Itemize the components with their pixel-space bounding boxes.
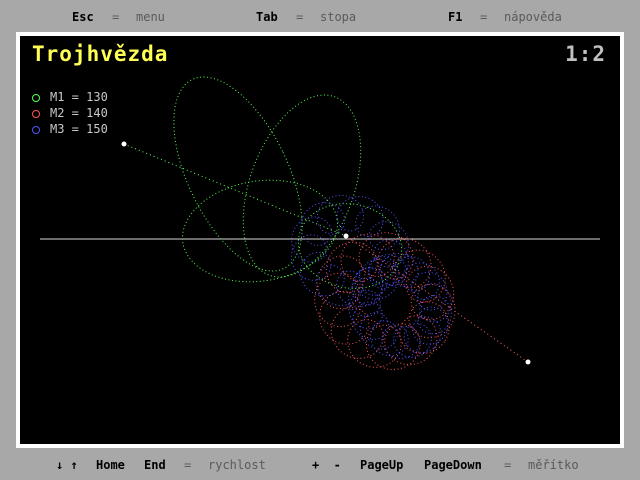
star-m1	[121, 141, 127, 147]
star1-link-line	[123, 143, 347, 237]
orbit-trails	[173, 76, 456, 370]
simulation-screen: Trojhvězda 1:2 M1 = 130 M2 = 140 M3 = 15…	[20, 36, 620, 444]
tab-equals: =	[296, 10, 304, 24]
top-menu-bar: Esc = menu Tab = stopa F1 = nápověda	[0, 0, 640, 32]
green-orbit-3	[182, 179, 338, 283]
scale-indicator: 1:2	[565, 42, 606, 66]
pagedown-key-label[interactable]: PageDown	[424, 458, 482, 472]
tab-action-trail[interactable]: stopa	[320, 10, 356, 24]
home-key-label[interactable]: Home	[96, 458, 125, 472]
green-orbit-2	[242, 94, 362, 278]
green-orbit-1	[173, 76, 303, 272]
speed-action[interactable]: rychlost	[208, 458, 266, 472]
f1-key-label[interactable]: F1	[448, 10, 462, 24]
tab-key-label[interactable]: Tab	[256, 10, 278, 24]
legend-label-m3: M3 = 150	[50, 122, 108, 136]
m3-color-dot	[32, 125, 40, 134]
app-title: Trojhvězda	[32, 42, 169, 66]
m1-color-dot	[32, 93, 40, 102]
legend-item-m3: M3 = 150	[32, 122, 108, 136]
f1-action-help[interactable]: nápověda	[504, 10, 562, 24]
legend-label-m1: M1 = 130	[50, 90, 108, 104]
green-orbit-4	[297, 203, 403, 289]
f1-equals: =	[480, 10, 488, 24]
star-m3	[343, 233, 349, 239]
pageup-key-label[interactable]: PageUp	[360, 458, 403, 472]
legend-item-m2: M2 = 140	[32, 106, 108, 120]
legend-label-m2: M2 = 140	[50, 106, 108, 120]
orbit-canvas	[40, 76, 600, 370]
m2-color-dot	[32, 109, 40, 118]
bottom-help-bar: ↓ ↑ Home End = rychlost + - PageUp PageD…	[0, 448, 640, 480]
scale-action[interactable]: měřítko	[528, 458, 579, 472]
esc-equals: =	[112, 10, 120, 24]
speed-equals: =	[184, 458, 192, 472]
blue-orbit-tangle-2	[348, 252, 452, 360]
end-key-label[interactable]: End	[144, 458, 166, 472]
star-m2	[525, 359, 531, 365]
arrow-keys-label[interactable]: ↓ ↑	[56, 458, 78, 472]
star2-link-line	[345, 235, 529, 363]
esc-key-label[interactable]: Esc	[72, 10, 94, 24]
esc-action-menu[interactable]: menu	[136, 10, 165, 24]
plus-minus-keys[interactable]: + -	[312, 458, 341, 472]
legend-item-m1: M1 = 130	[32, 90, 108, 104]
scale-equals: =	[504, 458, 512, 472]
